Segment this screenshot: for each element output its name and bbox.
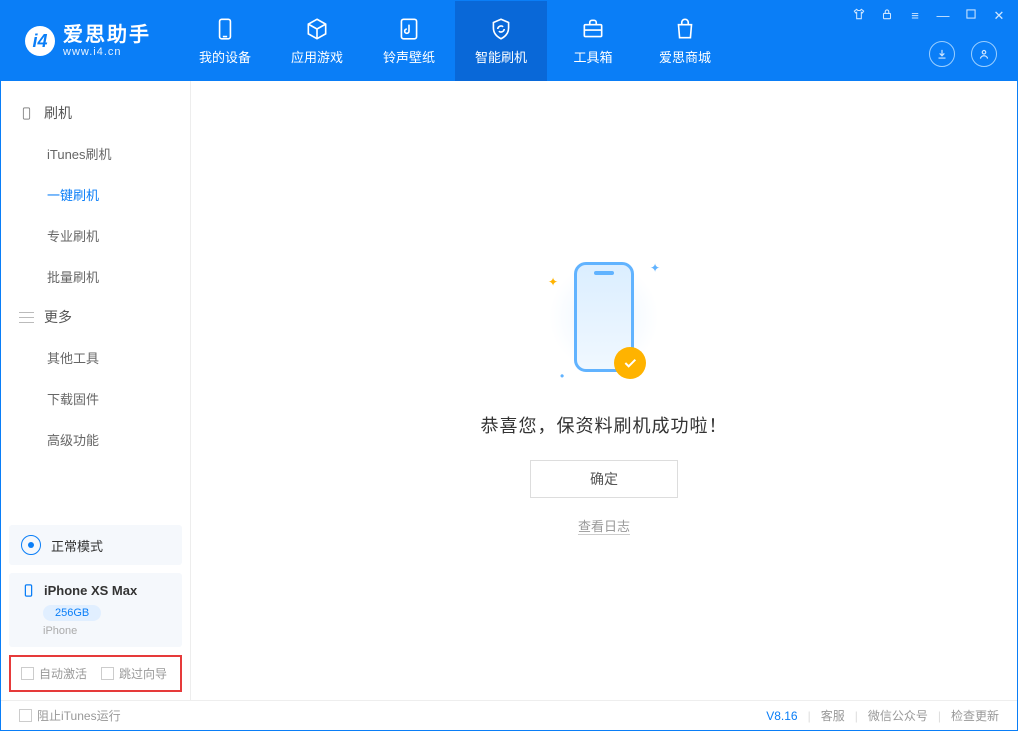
- close-button[interactable]: ✕: [991, 8, 1007, 24]
- checkbox-row-highlighted: 自动激活 跳过向导: [9, 655, 182, 692]
- sidebar-item-advanced[interactable]: 高级功能: [1, 419, 190, 460]
- tab-smart-flash[interactable]: 智能刷机: [455, 1, 547, 81]
- device-type: iPhone: [43, 625, 170, 637]
- success-message: 恭喜您，保资料刷机成功啦！: [481, 412, 728, 438]
- sidebar-group-more: 更多: [1, 297, 190, 337]
- sidebar-item-other-tools[interactable]: 其他工具: [1, 337, 190, 378]
- success-check-icon: [614, 347, 646, 379]
- window-controls: ≡ — ✕: [851, 7, 1007, 24]
- tab-my-device[interactable]: 我的设备: [179, 1, 271, 81]
- user-button[interactable]: [971, 41, 997, 67]
- sidebar-bottom: 正常模式 iPhone XS Max 256GB iPhone 自动激活 跳过向…: [1, 517, 190, 700]
- sidebar-group-flash: 刷机: [1, 93, 190, 133]
- music-file-icon: [396, 16, 422, 42]
- device-card[interactable]: iPhone XS Max 256GB iPhone: [9, 573, 182, 647]
- main-content: ✦ ✦ • 恭喜您，保资料刷机成功啦！ 确定 查看日志: [191, 81, 1017, 700]
- check-update-link[interactable]: 检查更新: [951, 707, 999, 724]
- checkbox-auto-activate[interactable]: 自动激活: [21, 665, 87, 682]
- phone-small-icon: [19, 106, 34, 121]
- sidebar-item-oneclick-flash[interactable]: 一键刷机: [1, 174, 190, 215]
- support-link[interactable]: 客服: [821, 707, 845, 724]
- header: i4 爱思助手 www.i4.cn 我的设备 应用游戏 铃声壁纸 智能刷机 工具…: [1, 1, 1017, 81]
- device-phone-icon: [21, 583, 36, 598]
- list-icon: [19, 310, 34, 325]
- view-log-link[interactable]: 查看日志: [578, 516, 630, 535]
- footer: 阻止iTunes运行 V8.16 | 客服 | 微信公众号 | 检查更新: [1, 700, 1017, 730]
- mode-icon: [21, 535, 41, 555]
- app-subtitle: www.i4.cn: [63, 46, 151, 58]
- shirt-icon[interactable]: [851, 7, 867, 24]
- download-button[interactable]: [929, 41, 955, 67]
- sparkle-icon: ✦: [650, 261, 660, 275]
- shield-refresh-icon: [488, 16, 514, 42]
- checkbox-icon: [101, 667, 114, 680]
- wechat-link[interactable]: 微信公众号: [868, 707, 928, 724]
- logo-text: 爱思助手 www.i4.cn: [63, 24, 151, 58]
- tab-ringtones-wallpapers[interactable]: 铃声壁纸: [363, 1, 455, 81]
- sparkle-icon: ✦: [548, 275, 558, 289]
- briefcase-icon: [580, 16, 606, 42]
- sidebar: 刷机 iTunes刷机 一键刷机 专业刷机 批量刷机 更多 其他工具 下载固件 …: [1, 81, 191, 700]
- maximize-button[interactable]: [963, 7, 979, 24]
- sidebar-scroll: 刷机 iTunes刷机 一键刷机 专业刷机 批量刷机 更多 其他工具 下载固件 …: [1, 81, 190, 517]
- top-tabs: 我的设备 应用游戏 铃声壁纸 智能刷机 工具箱 爱思商城: [179, 1, 731, 81]
- success-illustration: ✦ ✦ •: [514, 247, 694, 387]
- sparkle-icon: •: [560, 369, 564, 383]
- confirm-button[interactable]: 确定: [530, 460, 678, 498]
- version-label: V8.16: [766, 709, 797, 723]
- checkbox-skip-guide[interactable]: 跳过向导: [101, 665, 167, 682]
- footer-right: V8.16 | 客服 | 微信公众号 | 检查更新: [766, 707, 999, 724]
- lock-icon[interactable]: [879, 7, 895, 24]
- sidebar-item-pro-flash[interactable]: 专业刷机: [1, 215, 190, 256]
- checkbox-icon: [21, 667, 34, 680]
- mode-label: 正常模式: [51, 536, 103, 555]
- logo[interactable]: i4 爱思助手 www.i4.cn: [1, 1, 169, 81]
- tab-store[interactable]: 爱思商城: [639, 1, 731, 81]
- sidebar-item-download-firmware[interactable]: 下载固件: [1, 378, 190, 419]
- minimize-button[interactable]: —: [935, 8, 951, 23]
- checkbox-icon: [19, 709, 32, 722]
- logo-icon: i4: [25, 26, 55, 56]
- mode-card[interactable]: 正常模式: [9, 525, 182, 565]
- device-storage: 256GB: [43, 605, 101, 621]
- device-name: iPhone XS Max: [44, 583, 137, 598]
- tab-apps-games[interactable]: 应用游戏: [271, 1, 363, 81]
- phone-icon: [212, 16, 238, 42]
- cube-icon: [304, 16, 330, 42]
- checkbox-block-itunes[interactable]: 阻止iTunes运行: [19, 707, 121, 724]
- menu-icon[interactable]: ≡: [907, 8, 923, 23]
- body: 刷机 iTunes刷机 一键刷机 专业刷机 批量刷机 更多 其他工具 下载固件 …: [1, 81, 1017, 700]
- sidebar-item-itunes-flash[interactable]: iTunes刷机: [1, 133, 190, 174]
- app-title: 爱思助手: [63, 24, 151, 46]
- sidebar-item-batch-flash[interactable]: 批量刷机: [1, 256, 190, 297]
- account-controls: [929, 41, 997, 67]
- tab-toolbox[interactable]: 工具箱: [547, 1, 639, 81]
- bag-icon: [672, 16, 698, 42]
